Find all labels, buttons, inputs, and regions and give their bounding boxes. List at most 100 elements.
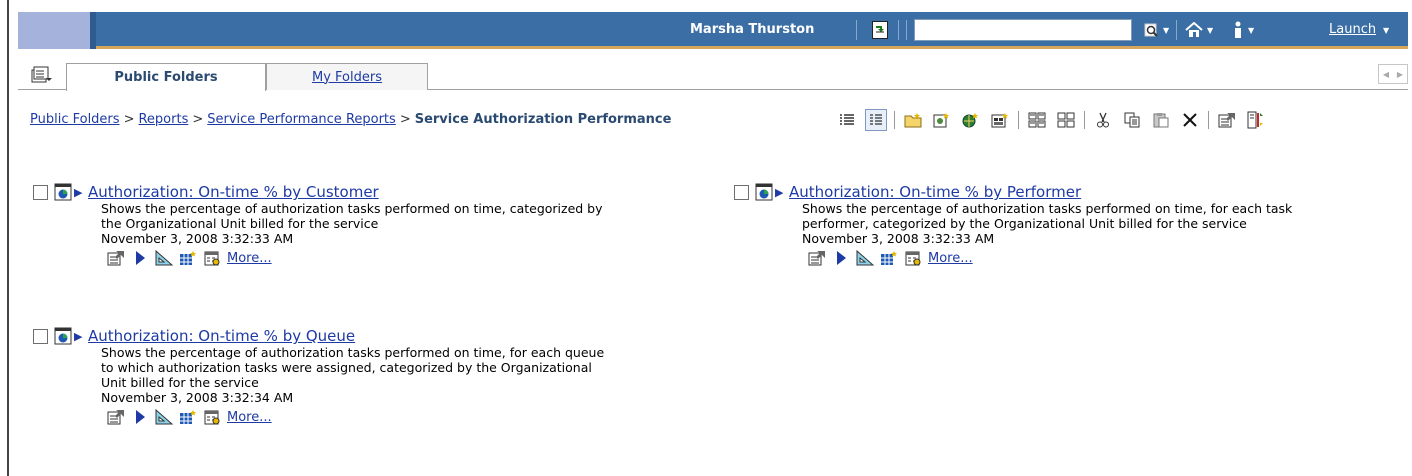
select-checkbox[interactable] [33,328,48,344]
report-view-icon [180,251,196,265]
chevron-down-icon[interactable]: ▼ [1383,26,1389,35]
refresh-button[interactable] [870,20,890,40]
run-button[interactable] [1245,109,1267,131]
set-properties-action[interactable] [107,249,125,267]
report-view-icon [881,251,897,265]
list-view-icon [840,114,854,125]
breadcrumb-link-public-folders[interactable]: Public Folders [30,112,120,127]
set-properties-icon [1218,113,1235,128]
description-line: Unit billed for the service [101,375,259,390]
create-report-view-action[interactable] [179,249,197,267]
breadcrumb-separator: > [192,112,204,127]
chevron-left-icon[interactable]: ◀ [1379,65,1393,83]
breadcrumb-link-service-performance-reports[interactable]: Service Performance Reports [207,112,396,127]
banner-divider [90,12,96,49]
open-with-designer-action[interactable] [856,249,874,267]
breadcrumb: Public Folders > Reports > Service Performan… [30,112,671,127]
chevron-down-icon[interactable]: ▼ [1248,26,1254,35]
banner-separator [906,20,907,40]
open-with-designer-action[interactable] [155,249,173,267]
run-arrow-icon[interactable]: ▶ [775,186,785,199]
paste-icon [1153,113,1169,128]
report-title-link[interactable]: Authorization: On-time % by Performer [789,183,1081,201]
tab-menu-button[interactable] [30,64,54,84]
new-job-button[interactable] [931,109,953,131]
order-icon [1057,112,1075,128]
launch-menu[interactable]: Launch [1329,22,1376,37]
delete-button[interactable] [1179,109,1201,131]
open-with-designer-action[interactable] [155,408,173,426]
search-icon [1144,23,1158,37]
tab-my-folders[interactable]: My Folders [266,63,428,90]
report-date: November 3, 2008 3:32:34 AM [101,390,294,405]
tab-menu-icon [31,66,52,83]
list-view-button[interactable] [836,109,858,131]
run-arrow-icon[interactable]: ▶ [74,186,84,199]
create-report-view-action[interactable] [179,408,197,426]
chevron-right-icon[interactable]: ▶ [1393,65,1407,83]
run-with-options-action[interactable] [131,249,149,267]
home-button[interactable] [1184,20,1204,40]
run-with-options-action[interactable] [131,408,149,426]
chevron-down-icon[interactable]: ▼ [1163,26,1169,35]
breadcrumb-link-reports[interactable]: Reports [138,112,188,127]
new-url-button[interactable] [960,109,982,131]
report-entry: ▶ Authorization: On-time % by Customer S… [33,183,673,267]
set-properties-icon [107,251,124,266]
report-title-link[interactable]: Authorization: On-time % by Queue [88,327,355,345]
run-with-options-action[interactable] [832,249,850,267]
home-icon [1185,22,1203,37]
report-date: November 3, 2008 3:32:33 AM [101,231,294,246]
toolbar-separator [894,111,895,129]
schedule-action[interactable] [904,249,922,267]
create-report-view-action[interactable] [880,249,898,267]
chevron-down-icon[interactable]: ▼ [1207,26,1213,35]
search-input[interactable] [914,19,1132,41]
report-actions: More... [808,249,1374,267]
copy-button[interactable] [1121,109,1143,131]
tab-scroll-arrows[interactable]: ◀ ▶ [1378,64,1408,84]
my-area-button[interactable] [1228,20,1248,40]
paste-button[interactable] [1150,109,1172,131]
new-folder-button[interactable] [902,109,924,131]
breadcrumb-current: Service Authorization Performance [414,112,672,127]
cut-button[interactable] [1092,109,1114,131]
report-description: Shows the percentage of authorization ta… [101,345,673,390]
set-properties-button[interactable] [1216,109,1238,131]
schedule-action[interactable] [203,249,221,267]
banner-separator [856,20,857,40]
run-icon [1247,111,1263,129]
report-actions: More... [107,249,673,267]
triangle-ruler-icon [155,250,173,266]
description-line: to which authorization tasks were assign… [101,360,592,375]
order-button[interactable] [1055,109,1077,131]
tab-public-folders[interactable]: Public Folders [66,63,266,91]
details-view-button[interactable] [865,109,887,131]
properties-button[interactable] [1026,109,1048,131]
report-view-icon [180,410,196,424]
select-checkbox[interactable] [33,184,48,200]
report-title-link[interactable]: Authorization: On-time % by Customer [88,183,379,201]
more-link[interactable]: More... [928,251,973,266]
toolbar-separator [1018,111,1019,129]
search-options-button[interactable] [1142,20,1162,40]
report-description: Shows the percentage of authorization ta… [101,201,673,231]
properties-icon [1028,112,1046,128]
select-checkbox[interactable] [734,184,749,200]
run-icon [136,251,145,265]
set-properties-action[interactable] [107,408,125,426]
new-page-button[interactable] [989,109,1011,131]
new-folder-icon [904,113,922,128]
delete-icon [1183,113,1197,127]
details-view-icon [870,114,882,125]
person-icon [1235,21,1241,38]
more-link[interactable]: More... [227,410,272,425]
more-link[interactable]: More... [227,251,272,266]
run-arrow-icon[interactable]: ▶ [74,330,84,343]
schedule-icon [905,251,921,266]
breadcrumb-separator: > [399,112,411,127]
description-line: Shows the percentage of authorization ta… [802,201,1293,216]
set-properties-action[interactable] [808,249,826,267]
schedule-action[interactable] [203,408,221,426]
report-icon [755,183,773,201]
